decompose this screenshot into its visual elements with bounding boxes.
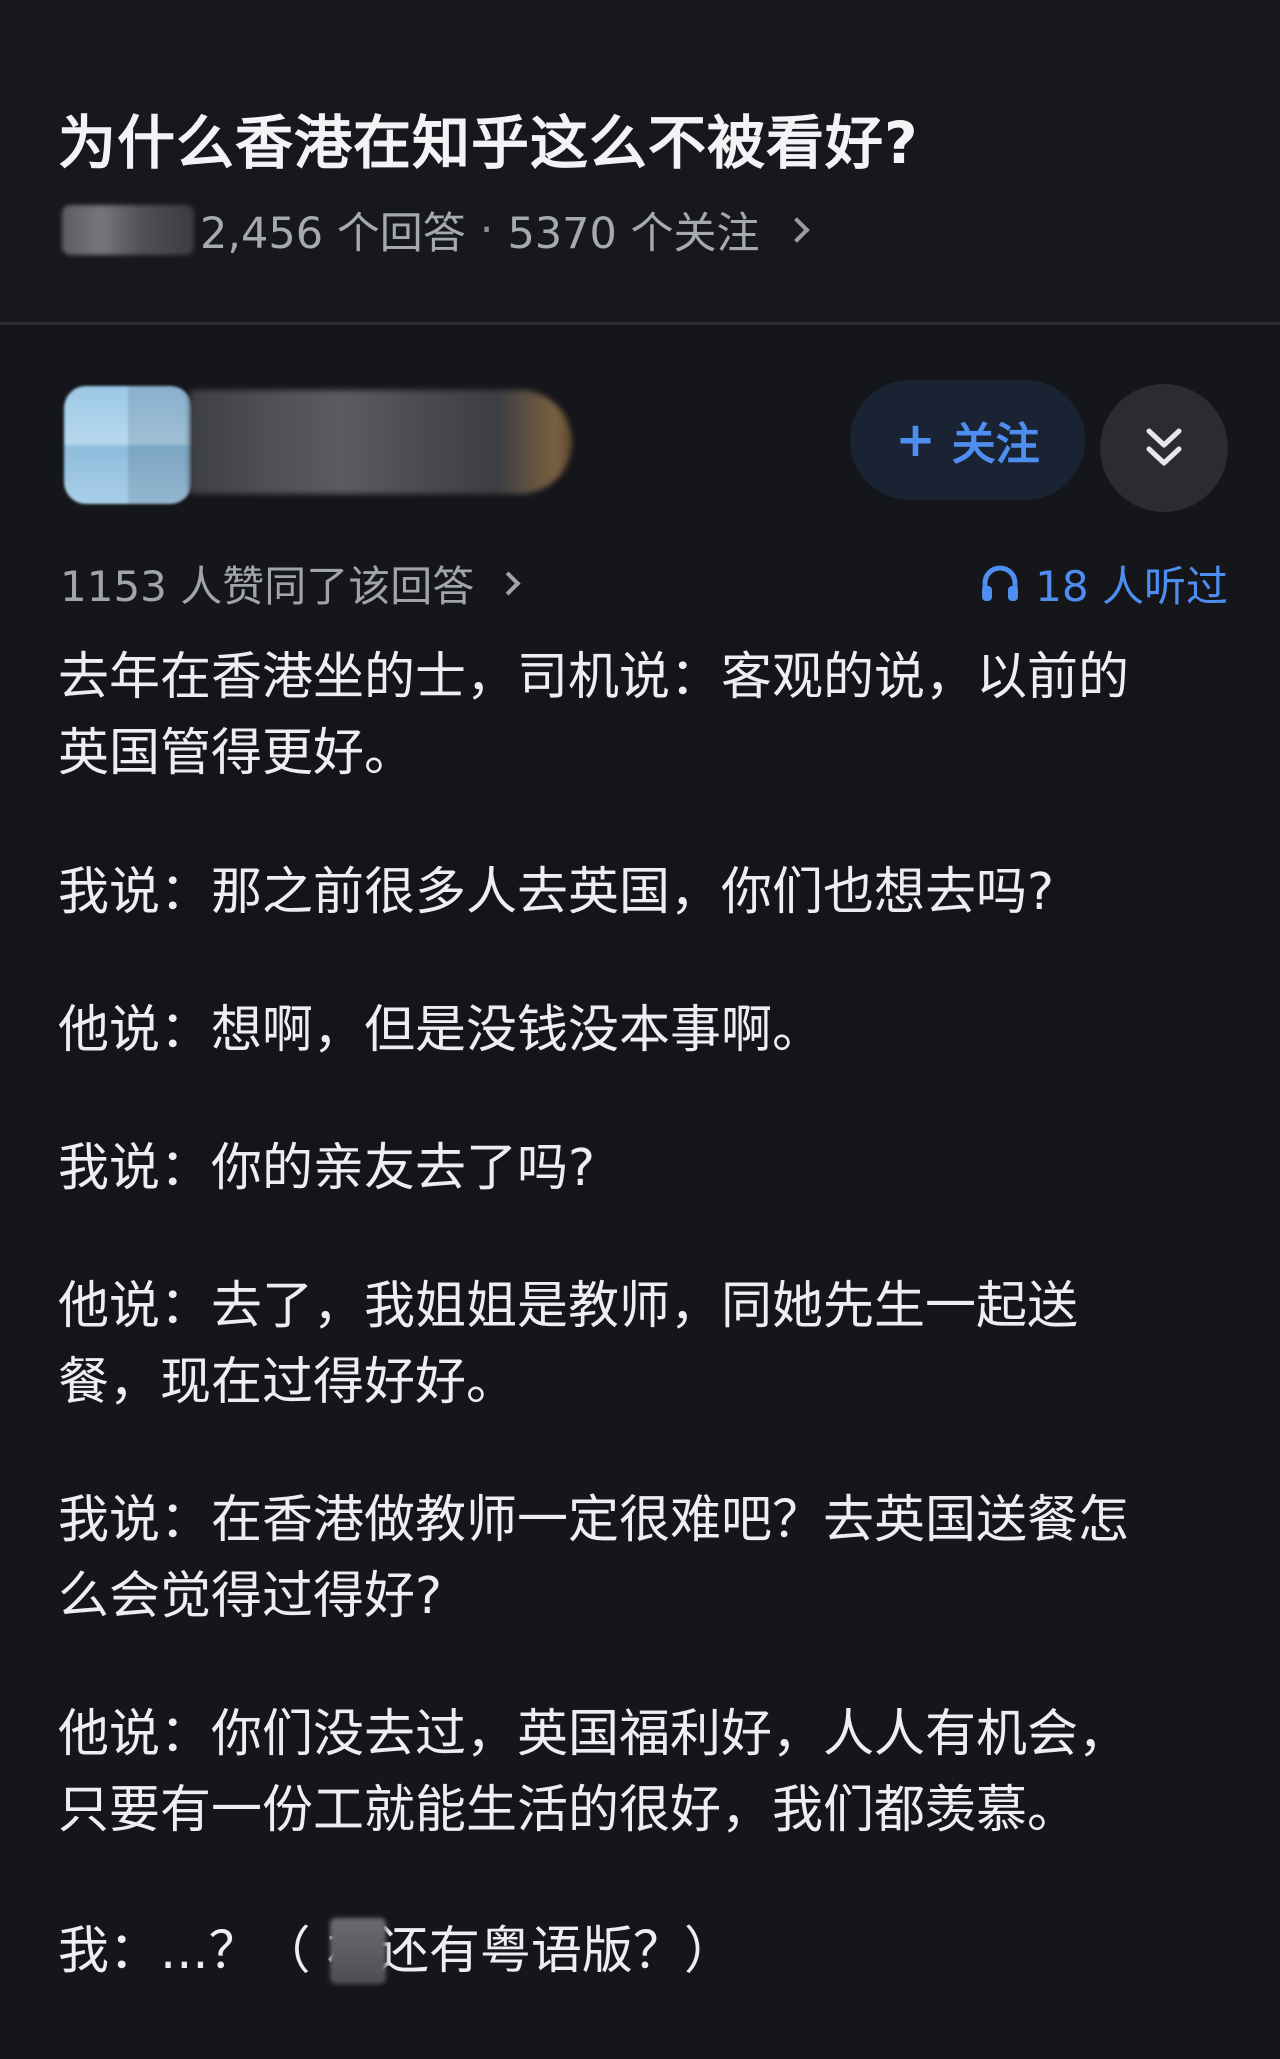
author-name-redacted[interactable] — [190, 390, 572, 494]
answer-paragraph: 去年在香港坐的士，司机说：客观的说，以前的 英国管得更好。 — [58, 648, 1130, 783]
question-meta[interactable]: 2,456 个回答 · 5370 个关注 — [62, 200, 810, 260]
author-row: + 关注 — [0, 370, 1280, 520]
upvote-count[interactable]: 1153 人赞同了该回答 — [60, 550, 521, 616]
zhihu-answer-page: 为什么香港在知乎这么不被看好? 2,456 个回答 · 5370 个关注 + 关… — [0, 0, 1280, 2059]
question-title[interactable]: 为什么香港在知乎这么不被看好? — [58, 96, 919, 180]
answer-paragraph: 他说：去了，我姐姐是教师，同她先生一起送 餐，现在过得好好。 — [58, 1277, 1079, 1412]
question-header: 为什么香港在知乎这么不被看好? 2,456 个回答 · 5370 个关注 — [0, 0, 1280, 322]
answer-paragraph: 我：...？（ 林还有粤语版？） — [58, 1922, 735, 1981]
answer-paragraph: 我说：在香港做教师一定很难吧？去英国送餐怎 么会觉得过得好? — [58, 1491, 1130, 1626]
answer-paragraph: 我说：你的亲友去了吗? — [58, 1139, 596, 1198]
answer-paragraph: 我说：那之前很多人去英国，你们也想去吗? — [58, 863, 1055, 922]
answer-paragraph: 他说：你们没去过，英国福利好，人人有机会， 只要有一份工就能生活的很好，我们都羡… — [58, 1705, 1130, 1840]
plus-icon: + — [895, 412, 936, 468]
redacted-text — [330, 1918, 386, 1984]
chevron-right-icon — [496, 570, 521, 596]
answers-count: 2,456 个回答 — [200, 209, 466, 259]
follow-button-label: 关注 — [951, 419, 1040, 470]
topic-tag-redacted — [62, 205, 194, 255]
listen-count[interactable]: 18 人听过 — [979, 550, 1228, 616]
header-divider — [0, 322, 1280, 325]
follow-button[interactable]: + 关注 — [850, 380, 1085, 500]
chevron-right-icon[interactable] — [783, 217, 810, 243]
upvote-count-label: 1153 人赞同了该回答 — [60, 561, 475, 611]
followers-count: 5370 个关注 — [507, 209, 760, 259]
answer-paragraph: 他说：想啊，但是没钱没本事啊。 — [58, 1001, 824, 1060]
avatar[interactable] — [64, 386, 192, 504]
double-chevron-down-icon — [1146, 428, 1182, 466]
stats-row: 1153 人赞同了该回答 18 人听过 — [0, 550, 1280, 616]
listen-count-label: 18 人听过 — [1035, 561, 1228, 611]
headphones-icon — [982, 565, 1019, 601]
meta-separator: · — [479, 205, 494, 255]
collapse-button[interactable] — [1100, 384, 1228, 512]
